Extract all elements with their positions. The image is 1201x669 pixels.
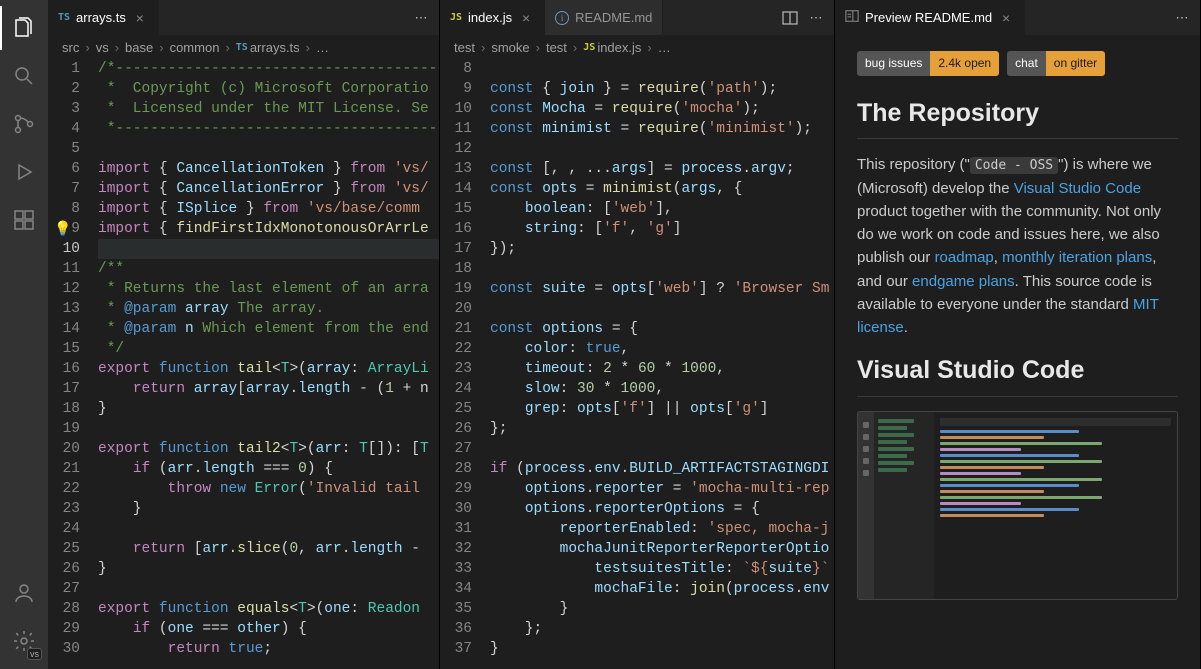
tab-label: arrays.ts — [76, 10, 126, 25]
typescript-icon: TS — [236, 42, 248, 53]
close-icon[interactable]: × — [132, 10, 148, 26]
tab-label: README.md — [575, 10, 652, 25]
typescript-icon: TS — [58, 12, 70, 23]
line-gutter: 1234567891011121314151617181920212223242… — [48, 59, 98, 669]
javascript-icon: JS — [450, 12, 462, 23]
close-icon[interactable]: × — [518, 10, 534, 26]
heading-repository: The Repository — [857, 94, 1178, 140]
tabs-group-3: Preview README.md × ⋯ — [835, 0, 1200, 35]
tab-index-js[interactable]: JS index.js × — [440, 0, 545, 35]
editor-group-1: TS arrays.ts × ⋯ src› vs› base› common› … — [48, 0, 440, 669]
code-content[interactable]: const { join } = require('path');const M… — [490, 59, 834, 669]
breadcrumbs-2[interactable]: test› smoke› test› JS index.js› … — [440, 35, 834, 59]
breadcrumbs-1[interactable]: src› vs› base› common› TS arrays.ts› … — [48, 35, 439, 59]
search-icon[interactable] — [0, 54, 48, 98]
tab-preview-readme[interactable]: Preview README.md × — [835, 0, 1025, 35]
more-icon[interactable]: ⋯ — [413, 10, 429, 26]
run-debug-icon[interactable] — [0, 150, 48, 194]
markdown-preview: bug issues 2.4k open chat on gitter The … — [835, 35, 1200, 669]
javascript-icon: JS — [583, 42, 595, 53]
editor-groups: TS arrays.ts × ⋯ src› vs› base› common› … — [48, 0, 1201, 669]
screenshot-image — [857, 411, 1178, 600]
preview-icon — [845, 9, 859, 26]
info-icon: i — [555, 11, 569, 25]
settings-icon[interactable]: vs — [0, 619, 48, 663]
code-editor-1[interactable]: 💡 12345678910111213141516171819202122232… — [48, 59, 439, 669]
tab-readme-md[interactable]: i README.md — [545, 0, 663, 35]
editor-group-2: JS index.js × i README.md ⋯ test› smoke›… — [440, 0, 835, 669]
tab-label: index.js — [468, 10, 512, 25]
more-icon[interactable]: ⋯ — [1174, 10, 1190, 26]
more-icon[interactable]: ⋯ — [808, 10, 824, 26]
editor-group-3: Preview README.md × ⋯ bug issues 2.4k op… — [835, 0, 1201, 669]
lightbulb-icon[interactable]: 💡 — [54, 220, 71, 240]
code-editor-2[interactable]: 8910111213141516171819202122232425262728… — [440, 59, 834, 669]
heading-vscode: Visual Studio Code — [857, 351, 1178, 397]
link-vscode[interactable]: Visual Studio Code — [1014, 180, 1141, 197]
tabs-group-2: JS index.js × i README.md ⋯ — [440, 0, 834, 35]
tab-label: Preview README.md — [865, 10, 992, 25]
tab-arrays-ts[interactable]: TS arrays.ts × — [48, 0, 159, 35]
accounts-icon[interactable] — [0, 571, 48, 615]
source-control-icon[interactable] — [0, 102, 48, 146]
link-roadmap[interactable]: roadmap — [935, 249, 994, 266]
line-gutter: 8910111213141516171819202122232425262728… — [440, 59, 490, 669]
profile-badge: vs — [27, 648, 42, 660]
split-editor-icon[interactable] — [782, 10, 798, 26]
badge-bugs[interactable]: bug issues 2.4k open — [857, 51, 999, 76]
activity-bar: vs — [0, 0, 48, 669]
tabs-group-1: TS arrays.ts × ⋯ — [48, 0, 439, 35]
readme-badges: bug issues 2.4k open chat on gitter — [857, 51, 1178, 76]
extensions-icon[interactable] — [0, 198, 48, 242]
code-content[interactable]: /*--------------------------------------… — [98, 59, 439, 669]
paragraph-repo: This repository ("Code - OSS") is where … — [857, 153, 1178, 339]
explorer-icon[interactable] — [0, 6, 48, 50]
badge-chat[interactable]: chat on gitter — [1007, 51, 1105, 76]
link-endgame-plans[interactable]: endgame plans — [912, 273, 1015, 290]
close-icon[interactable]: × — [998, 10, 1014, 26]
link-iteration-plans[interactable]: monthly iteration plans — [1002, 249, 1152, 266]
